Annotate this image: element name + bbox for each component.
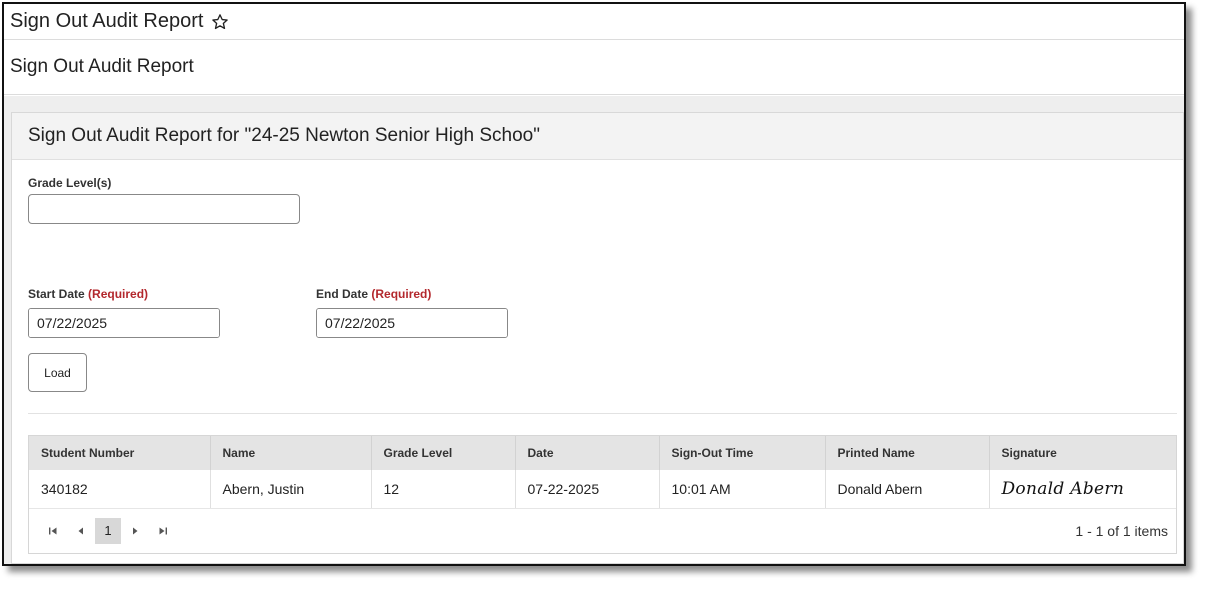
pager-info: 1 - 1 of 1 items: [1075, 522, 1168, 539]
column-header-sign-out-time[interactable]: Sign-Out Time: [658, 436, 825, 470]
next-page-icon[interactable]: [121, 518, 149, 544]
start-date-field: Start Date (Required): [28, 287, 220, 338]
column-header-printed-name[interactable]: Printed Name: [824, 436, 989, 470]
cell-name: Abern, Justin: [209, 470, 371, 509]
required-indicator: (Required): [88, 287, 149, 301]
start-date-label-text: Start Date: [28, 287, 85, 301]
signature-image: Donald Abern: [1001, 478, 1125, 499]
results-table: Student Number Name Grade Level Date Sig…: [29, 436, 1176, 509]
content-area: Sign Out Audit Report for "24-25 Newton …: [4, 96, 1184, 564]
column-header-name[interactable]: Name: [209, 436, 371, 470]
pager: 1 1 - 1 of 1 items: [29, 509, 1176, 553]
panel-title: Sign Out Audit Report for "24-25 Newton …: [12, 113, 1183, 160]
table-row[interactable]: 340182 Abern, Justin 12 07-22-2025 10:01…: [29, 470, 1176, 509]
grade-level-label: Grade Level(s): [28, 176, 112, 190]
star-icon[interactable]: [211, 13, 229, 31]
results-grid: Student Number Name Grade Level Date Sig…: [28, 435, 1177, 554]
load-button[interactable]: Load: [28, 353, 87, 392]
cell-sign-out-time: 10:01 AM: [658, 470, 825, 509]
required-indicator: (Required): [371, 287, 432, 301]
end-date-picker: [316, 308, 508, 338]
top-bar: Sign Out Audit Report: [4, 4, 1184, 40]
column-header-signature[interactable]: Signature: [988, 436, 1176, 470]
report-panel: Sign Out Audit Report for "24-25 Newton …: [11, 112, 1184, 564]
start-date-picker: [28, 308, 220, 338]
column-header-grade-level[interactable]: Grade Level: [370, 436, 515, 470]
start-date-label: Start Date (Required): [28, 287, 220, 301]
first-page-icon[interactable]: [39, 518, 67, 544]
page-title: Sign Out Audit Report: [10, 10, 204, 32]
last-page-icon[interactable]: [149, 518, 177, 544]
column-header-date[interactable]: Date: [514, 436, 659, 470]
end-date-label-text: End Date: [316, 287, 369, 301]
sub-header: Sign Out Audit Report: [4, 40, 1184, 95]
table-header-row: Student Number Name Grade Level Date Sig…: [29, 436, 1176, 470]
end-date-label: End Date (Required): [316, 287, 508, 301]
app-window: Sign Out Audit Report Sign Out Audit Rep…: [2, 2, 1186, 566]
divider: [28, 413, 1177, 414]
cell-grade-level: 12: [370, 470, 515, 509]
end-date-field: End Date (Required): [316, 287, 508, 338]
column-header-student-number[interactable]: Student Number: [29, 436, 210, 470]
cell-date: 07-22-2025: [514, 470, 659, 509]
cell-printed-name: Donald Abern: [824, 470, 989, 509]
current-page-button[interactable]: 1: [95, 517, 121, 544]
start-date-input[interactable]: [29, 309, 219, 337]
end-date-input[interactable]: [317, 309, 507, 337]
cell-student-number: 340182: [29, 470, 210, 509]
cell-signature: Donald Abern: [988, 470, 1176, 509]
grade-level-input[interactable]: [28, 194, 300, 224]
previous-page-icon[interactable]: [67, 518, 95, 544]
